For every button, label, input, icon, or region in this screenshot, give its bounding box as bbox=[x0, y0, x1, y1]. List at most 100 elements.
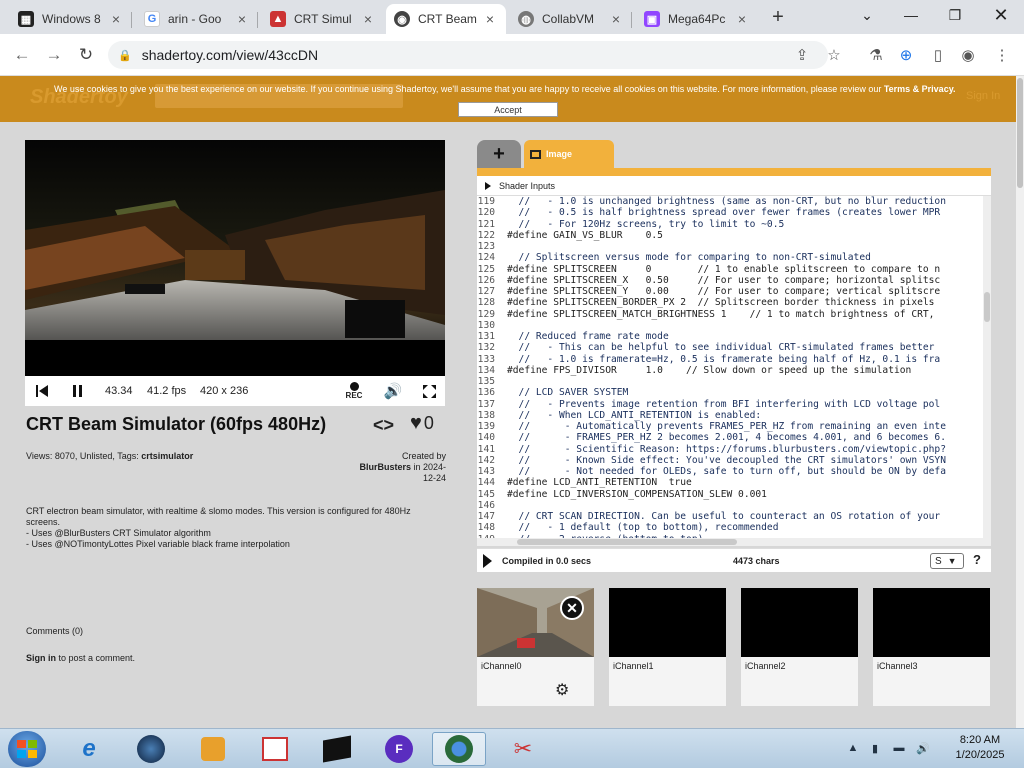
code-line[interactable]: 122 #define GAIN_VS_BLUR 0.5 bbox=[477, 230, 991, 241]
close-window-icon[interactable]: ✕ bbox=[986, 4, 1016, 26]
channel-slot-2[interactable]: iChannel2 bbox=[741, 588, 858, 706]
app-f-icon[interactable]: F bbox=[372, 732, 426, 766]
browser-tab-active[interactable]: ◉ CRT Beam × bbox=[386, 4, 506, 34]
code-line[interactable]: 140 // - FRAMES_PER_HZ 2 becomes 2.001, … bbox=[477, 432, 991, 443]
scrollbar-thumb[interactable] bbox=[984, 292, 990, 322]
share-icon[interactable]: ⇪ bbox=[790, 43, 814, 67]
scrollbar-thumb[interactable] bbox=[517, 539, 737, 545]
fullscreen-button[interactable] bbox=[421, 376, 437, 406]
code-line[interactable]: 125 #define SPLITSCREEN 0 // 1 to enable … bbox=[477, 264, 991, 275]
header-sign-in-link[interactable]: Sign In bbox=[966, 90, 1000, 102]
help-button[interactable]: ? bbox=[973, 552, 981, 567]
code-line[interactable]: 124 // Splitscreen versus mode for compa… bbox=[477, 252, 991, 263]
close-tab-icon[interactable]: × bbox=[234, 11, 250, 27]
code-line[interactable]: 132 // - This can be helpful to see indi… bbox=[477, 342, 991, 353]
shader-inputs-toggle[interactable]: Shader Inputs bbox=[477, 176, 991, 196]
gear-icon[interactable]: ⚙ bbox=[555, 680, 569, 700]
compile-play-icon[interactable] bbox=[483, 554, 492, 568]
code-line[interactable]: 136 // LCD SAVER SYSTEM bbox=[477, 387, 991, 398]
close-channel-icon[interactable]: ✕ bbox=[560, 596, 584, 620]
code-line[interactable]: 129 #define SPLITSCREEN_MATCH_BRIGHTNESS … bbox=[477, 309, 991, 320]
code-line[interactable]: 131 // Reduced frame rate mode bbox=[477, 331, 991, 342]
code-line[interactable]: 128 #define SPLITSCREEN_BORDER_PX 2 // Sp… bbox=[477, 297, 991, 308]
start-button[interactable] bbox=[8, 731, 46, 767]
code-vertical-scrollbar[interactable] bbox=[983, 196, 991, 538]
tray-app-icon[interactable]: ▮ bbox=[868, 741, 882, 755]
shader-canvas[interactable] bbox=[25, 140, 445, 376]
record-button[interactable]: REC bbox=[343, 376, 365, 406]
scrollbar-thumb[interactable] bbox=[1017, 78, 1023, 188]
page-scrollbar[interactable] bbox=[1016, 76, 1024, 728]
back-button[interactable]: ← bbox=[10, 43, 34, 67]
media-center-icon[interactable] bbox=[124, 732, 178, 766]
code-line[interactable]: 126 #define SPLITSCREEN_X 0.50 // For use… bbox=[477, 275, 991, 286]
volume-icon[interactable]: 🔊 bbox=[383, 376, 403, 406]
code-editor[interactable]: 119 // - 1.0 is unchanged brightness (sa… bbox=[477, 196, 991, 546]
like-button[interactable]: ♥ 0 bbox=[410, 412, 434, 435]
channel-slot-0[interactable]: ✕ iChannel0 ⚙ bbox=[477, 588, 594, 706]
bookmark-star-icon[interactable]: ☆ bbox=[822, 43, 846, 67]
network-icon[interactable]: ▬ bbox=[892, 741, 906, 755]
code-line[interactable]: 135 bbox=[477, 376, 991, 387]
tray-clock[interactable]: 8:20 AM 1/20/2025 bbox=[940, 733, 1020, 763]
author-link[interactable]: BlurBusters bbox=[359, 462, 411, 472]
minimize-icon[interactable]: — bbox=[896, 4, 926, 26]
tab-image[interactable]: Image bbox=[524, 140, 614, 168]
address-bar[interactable]: 🔒 shadertoy.com/view/43ccDN bbox=[108, 41, 828, 69]
channel-thumbnail[interactable] bbox=[741, 588, 858, 657]
code-line[interactable]: 121 // - For 120Hz screens, try to limit… bbox=[477, 219, 991, 230]
terms-privacy-link[interactable]: Terms & Privacy. bbox=[884, 84, 956, 94]
tag-link[interactable]: crtsimulator bbox=[141, 451, 193, 461]
code-toggle-icon[interactable]: <> bbox=[373, 415, 394, 436]
browser-tab[interactable]: ◍ CollabVM × bbox=[510, 4, 632, 34]
code-line[interactable]: 139 // - Automatically prevents FRAMES_P… bbox=[477, 421, 991, 432]
code-line[interactable]: 141 // - Scientific Reason: https://foru… bbox=[477, 444, 991, 455]
code-line[interactable]: 138 // - When LCD_ANTI_RETENTION is enab… bbox=[477, 410, 991, 421]
pause-button[interactable] bbox=[69, 376, 87, 406]
volume-tray-icon[interactable]: 🔊 bbox=[916, 741, 930, 755]
code-line[interactable]: 134 #define FPS_DIVISOR 1.0 // Slow down … bbox=[477, 365, 991, 376]
browser-tab[interactable]: G arin - Goo × bbox=[136, 4, 258, 34]
code-horizontal-scrollbar[interactable] bbox=[477, 538, 991, 546]
close-tab-icon[interactable]: × bbox=[482, 11, 498, 27]
extension-flask-icon[interactable]: ⚗ bbox=[864, 43, 888, 67]
browser-tab[interactable]: ▣ Mega64Pc × bbox=[636, 4, 758, 34]
browser-tab[interactable]: ▦ Windows 8 × bbox=[10, 4, 132, 34]
cookie-accept-button[interactable]: Accept bbox=[458, 102, 558, 117]
restore-icon[interactable]: ❐ bbox=[940, 4, 970, 26]
code-line[interactable]: 144 #define LCD_ANTI_RETENTION true bbox=[477, 477, 991, 488]
profile-avatar-icon[interactable]: ◉ bbox=[956, 43, 980, 67]
kebab-menu-icon[interactable]: ⋮ bbox=[990, 43, 1014, 67]
code-line[interactable]: 148 // - 1 default (top to bottom), reco… bbox=[477, 522, 991, 533]
rewind-button[interactable] bbox=[33, 376, 51, 406]
sign-in-link[interactable]: Sign in bbox=[26, 653, 56, 663]
download-icon[interactable]: ⊕ bbox=[894, 43, 918, 67]
side-panel-icon[interactable]: ▯ bbox=[926, 43, 950, 67]
tray-expand-icon[interactable]: ▲ bbox=[846, 741, 860, 755]
new-tab-button[interactable]: + bbox=[766, 6, 790, 28]
chrome-taskbar-icon[interactable] bbox=[432, 732, 486, 766]
browser-tab[interactable]: ▲ CRT Simul × bbox=[262, 4, 384, 34]
media-player-icon[interactable] bbox=[186, 732, 240, 766]
channel-slot-3[interactable]: iChannel3 bbox=[873, 588, 990, 706]
code-line[interactable]: 130 bbox=[477, 320, 991, 331]
close-tab-icon[interactable]: × bbox=[108, 11, 124, 27]
close-tab-icon[interactable]: × bbox=[608, 11, 624, 27]
channel-thumbnail[interactable] bbox=[609, 588, 726, 657]
code-line[interactable]: 143 // - Not needed for OLEDs, safe to t… bbox=[477, 466, 991, 477]
code-line[interactable]: 119 // - 1.0 is unchanged brightness (sa… bbox=[477, 196, 991, 207]
font-size-select[interactable]: S ▼ bbox=[930, 553, 964, 569]
internet-explorer-icon[interactable]: e bbox=[62, 732, 116, 766]
code-line[interactable]: 145 #define LCD_INVERSION_COMPENSATION_SL… bbox=[477, 489, 991, 500]
code-line[interactable]: 147 // CRT SCAN DIRECTION. Can be useful… bbox=[477, 511, 991, 522]
code-line[interactable]: 133 // - 1.0 is framerate=Hz, 0.5 is fra… bbox=[477, 354, 991, 365]
forward-button[interactable]: → bbox=[42, 43, 66, 67]
code-line[interactable]: 137 // - Prevents image retention from B… bbox=[477, 399, 991, 410]
channel-slot-1[interactable]: iChannel1 bbox=[609, 588, 726, 706]
chevron-down-icon[interactable]: ⌄ bbox=[852, 4, 882, 26]
snipping-tool-icon[interactable]: ✂ bbox=[496, 732, 550, 766]
close-tab-icon[interactable]: × bbox=[734, 11, 750, 27]
code-line[interactable]: 142 // - Known Side effect: You've decou… bbox=[477, 455, 991, 466]
code-line[interactable]: 120 // - 0.5 is half brightness spread o… bbox=[477, 207, 991, 218]
channel-thumbnail[interactable] bbox=[873, 588, 990, 657]
